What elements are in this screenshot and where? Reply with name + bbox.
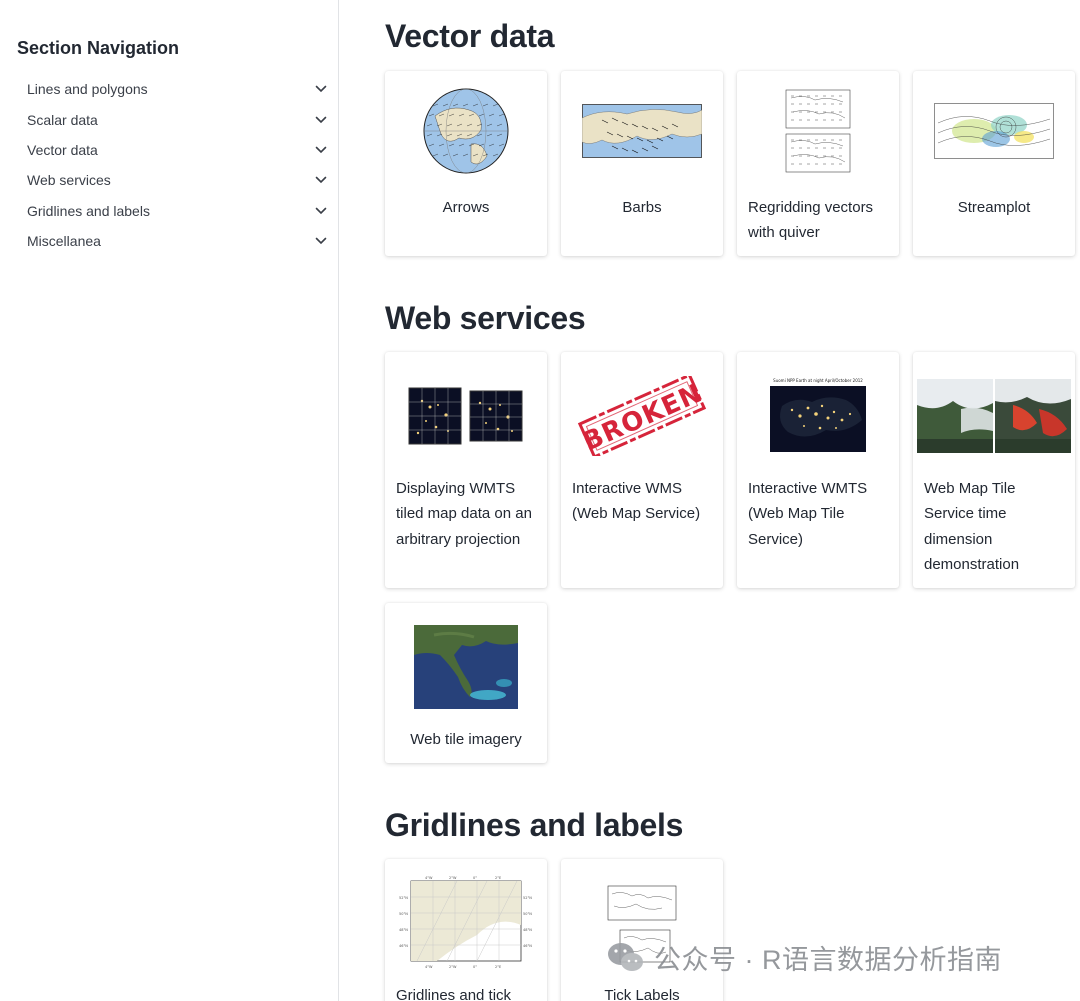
gallery-main: Vector data Arrows Barbs Regridding vect… [340, 0, 1080, 1001]
svg-text:48°N: 48°N [399, 928, 408, 932]
svg-text:52°N: 52°N [399, 896, 408, 900]
chevron-down-icon[interactable] [314, 113, 328, 127]
sidebar-item-lines-and-polygons[interactable]: Lines and polygons [27, 74, 332, 104]
svg-text:2°W: 2°W [449, 965, 457, 969]
sidebar-item-miscellanea[interactable]: Miscellanea [27, 226, 332, 256]
regrid-quiver-thumbnail [737, 71, 899, 191]
sidebar-item-label: Web services [27, 172, 111, 189]
chevron-down-icon[interactable] [314, 173, 328, 187]
sidebar-item-scalar-data[interactable]: Scalar data [27, 104, 332, 134]
section-title-vector-data: Vector data [385, 18, 555, 54]
barbs-map-thumbnail [561, 71, 723, 191]
gallery-card-barbs[interactable]: Barbs [561, 71, 723, 256]
watermark: 公众号 · R语言数据分析指南 [606, 938, 1002, 977]
streamplot-thumbnail [913, 71, 1075, 191]
sidebar-title: Section Navigation [17, 38, 180, 58]
gallery-card-interactive-wms[interactable]: BROKEN Interactive WMS (Web Map Service) [561, 352, 723, 588]
svg-text:2°E: 2°E [495, 876, 501, 880]
svg-text:52°N: 52°N [523, 896, 532, 900]
svg-text:0°: 0° [473, 876, 477, 880]
card-label: Web tile imagery [410, 731, 522, 748]
gallery-card-tick-labels[interactable]: Tick Labels [561, 859, 723, 1001]
card-label: Interactive WMTS (Web Map Tile Service) [748, 480, 868, 548]
svg-text:46°N: 46°N [523, 944, 532, 948]
gallery-card-interactive-wmts[interactable]: Suomi NPP Earth at night April/October 2… [737, 352, 899, 588]
sidebar-item-vector-data[interactable]: Vector data [27, 135, 332, 165]
broken-stamp-thumbnail: BROKEN [561, 352, 723, 480]
sidebar-item-label: Vector data [27, 141, 98, 158]
svg-text:2°W: 2°W [449, 876, 457, 880]
card-label: Web Map Tile Service time dimension demo… [924, 480, 1020, 574]
card-label: Displaying WMTS tiled map data on an arb… [396, 480, 532, 548]
gallery-card-gridlines-and-tick[interactable]: 52°N 50°N 48°N 46°N 52°N 50°N 48°N 46°N 4°W 2°W… [385, 859, 547, 1001]
sidebar-item-gridlines-and-labels[interactable]: Gridlines and labels [27, 196, 332, 226]
svg-text:50°N: 50°N [399, 912, 408, 916]
svg-text:4°W: 4°W [425, 965, 433, 969]
chevron-down-icon[interactable] [314, 143, 328, 157]
gridlines-map-thumbnail: 52°N 50°N 48°N 46°N 52°N 50°N 48°N 46°N 4°W 2°W… [385, 859, 547, 987]
thumb-caption: Suomi NPP Earth at night April/October 2… [773, 378, 863, 383]
svg-text:48°N: 48°N [523, 928, 532, 932]
broken-stamp-text: BROKEN [578, 378, 707, 456]
section-title-gridlines-and-labels: Gridlines and labels [385, 807, 684, 843]
sidebar-item-web-services[interactable]: Web services [27, 165, 332, 195]
chevron-down-icon[interactable] [314, 234, 328, 248]
svg-text:46°N: 46°N [399, 944, 408, 948]
gallery-card-streamplot[interactable]: Streamplot [913, 71, 1075, 256]
sidebar-item-label: Lines and polygons [27, 81, 148, 98]
gallery-card-web-tile-imagery[interactable]: Web tile imagery [385, 603, 547, 763]
satellite-compare-thumbnail [913, 352, 1075, 480]
svg-text:0°: 0° [473, 965, 477, 969]
wechat-icon [608, 942, 643, 971]
svg-text:2°E: 2°E [495, 965, 501, 969]
section-title-web-services: Web services [385, 300, 586, 336]
card-label: Tick Labels [604, 987, 680, 1001]
gallery-card-wmts-time-dimension[interactable]: Web Map Tile Service time dimension demo… [913, 352, 1075, 588]
chevron-down-icon[interactable] [314, 82, 328, 96]
sidebar-item-label: Miscellanea [27, 233, 101, 250]
chevron-down-icon[interactable] [314, 204, 328, 218]
europe-night-thumbnail: Suomi NPP Earth at night April/October 2… [737, 352, 899, 480]
svg-text:50°N: 50°N [523, 912, 532, 916]
card-label: Regridding vectors with quiver [748, 199, 874, 242]
card-label: Arrows [442, 199, 490, 216]
wmts-night-lights-thumbnail [385, 352, 547, 480]
card-label: Interactive WMS (Web Map Service) [572, 480, 701, 523]
sidebar-item-label: Gridlines and labels [27, 202, 150, 219]
card-label: Gridlines and tick [396, 987, 512, 1001]
svg-text:4°W: 4°W [425, 876, 433, 880]
card-label: Barbs [622, 199, 662, 216]
sidebar-item-label: Scalar data [27, 111, 98, 128]
florida-satellite-thumbnail [385, 603, 547, 731]
gallery-card-regridding-vectors[interactable]: Regridding vectors with quiver [737, 71, 899, 256]
card-label: Streamplot [957, 199, 1031, 216]
gallery-card-displaying-wmts[interactable]: Displaying WMTS tiled map data on an arb… [385, 352, 547, 588]
section-nav: Lines and polygons Scalar data Vector da… [27, 74, 332, 256]
gallery-card-arrows[interactable]: Arrows [385, 71, 547, 256]
watermark-text: 公众号 · R语言数据分析指南 [654, 945, 1002, 975]
globe-arrows-thumbnail [385, 71, 547, 191]
sidebar: Section Navigation Lines and polygons Sc… [0, 0, 339, 1001]
